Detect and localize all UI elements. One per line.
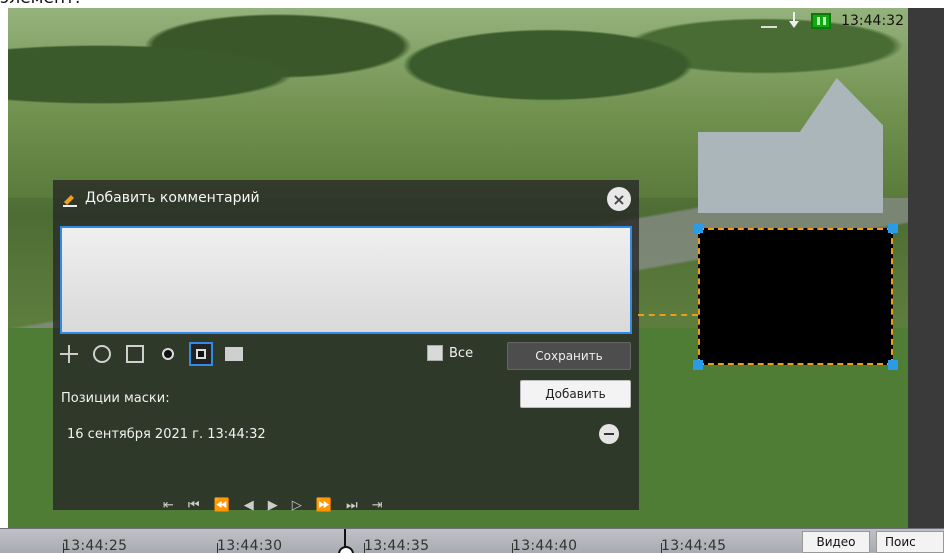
resize-handle-bottom-right[interactable] xyxy=(888,360,898,370)
panel-title-text: Добавить комментарий xyxy=(85,190,260,206)
resize-handle-top-left[interactable] xyxy=(693,223,703,233)
timeline-label: 13:44:35 xyxy=(364,538,430,553)
timeline-label: 13:44:30 xyxy=(217,538,283,553)
resize-handle-bottom-left[interactable] xyxy=(693,360,703,370)
all-checkbox[interactable] xyxy=(427,345,443,361)
timeline-label: 13:44:40 xyxy=(512,538,578,553)
step-forward-icon[interactable]: ▷ xyxy=(292,498,302,513)
resize-handle-top-right[interactable] xyxy=(888,223,898,233)
add-button[interactable]: Добавить xyxy=(520,380,631,408)
jump-start-icon[interactable]: ⇤ xyxy=(163,498,174,513)
remove-icon[interactable] xyxy=(599,424,619,444)
save-button[interactable]: Сохранить xyxy=(507,342,631,370)
privacy-mask-rectangle[interactable] xyxy=(693,223,898,370)
mask-position-item[interactable]: 16 сентября 2021 г. 13:44:32 xyxy=(67,427,266,442)
jump-end-icon[interactable]: ⇥ xyxy=(372,498,383,513)
timeline-label: 13:44:25 xyxy=(62,538,128,553)
right-sidebar xyxy=(908,8,944,528)
square-outline-icon[interactable] xyxy=(123,342,147,366)
step-back-icon[interactable]: ◀ xyxy=(244,498,254,513)
pen-icon xyxy=(761,14,778,28)
skip-forward-icon[interactable]: ⏭ xyxy=(346,498,358,513)
image-lock-icon[interactable] xyxy=(222,342,246,366)
close-icon: × xyxy=(612,189,626,209)
playback-controls: ⇤ ⏮ ⏪ ◀ ▶ ▷ ⏩ ⏭ ⇥ xyxy=(163,498,383,513)
pencil-icon xyxy=(61,189,79,207)
rewind-icon[interactable]: ⏪ xyxy=(214,498,230,513)
tab-search[interactable]: Поис xyxy=(876,531,944,553)
fast-forward-icon[interactable]: ⏩ xyxy=(316,498,332,513)
status-cluster: 13:44:32 xyxy=(751,8,908,34)
mask-positions-label: Позиции маски: xyxy=(61,391,170,406)
tab-video[interactable]: Видео xyxy=(802,531,870,553)
comment-input[interactable] xyxy=(60,226,632,334)
skip-back-icon[interactable]: ⏮ xyxy=(188,498,200,513)
all-label: Все xyxy=(449,345,474,361)
mask-tools xyxy=(57,340,246,368)
comment-panel: Добавить комментарий × Все Сохранить Доб… xyxy=(53,180,639,513)
panel-title: Добавить комментарий xyxy=(61,189,260,207)
timeline-label: 13:44:45 xyxy=(661,538,727,553)
battery-icon xyxy=(811,13,832,29)
play-icon[interactable]: ▶ xyxy=(268,498,278,513)
current-time: 13:44:32 xyxy=(841,13,904,29)
square-filled-icon[interactable] xyxy=(189,342,213,366)
circle-filled-icon[interactable] xyxy=(156,342,180,366)
timeline[interactable]: 13:44:25 13:44:30 13:44:35 13:44:40 13:4… xyxy=(0,528,944,553)
mask-link-line xyxy=(638,314,698,316)
circle-outline-icon[interactable] xyxy=(90,342,114,366)
crosshair-icon[interactable] xyxy=(57,342,81,366)
close-button[interactable]: × xyxy=(607,187,631,211)
clipped-top-text: элемент. xyxy=(0,0,80,8)
top-strip: элемент. xyxy=(0,0,944,8)
timeline-cursor[interactable] xyxy=(338,529,354,553)
all-toggle[interactable]: Все xyxy=(427,345,473,361)
download-icon[interactable] xyxy=(787,12,801,30)
